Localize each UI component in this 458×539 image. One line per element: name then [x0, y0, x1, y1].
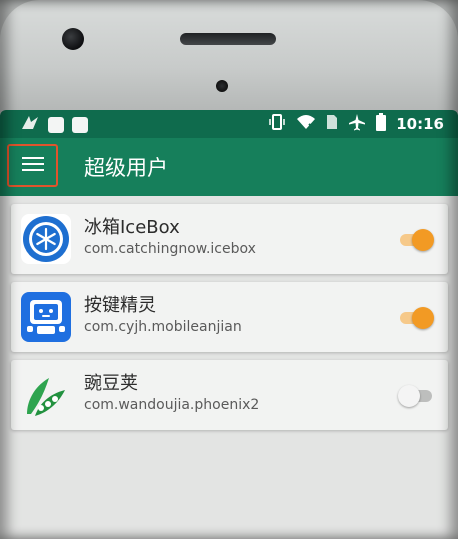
proximity-sensor [216, 80, 228, 92]
wandoujia-peapod-icon [21, 370, 71, 420]
toggle-thumb [412, 229, 434, 251]
list-item[interactable]: 豌豆荚 com.wandoujia.phoenix2 [11, 360, 448, 430]
airplane-icon [348, 113, 366, 135]
system-status-icons: 10:16 [268, 113, 444, 135]
toggle-thumb [398, 385, 420, 407]
app-package: com.wandoujia.phoenix2 [84, 397, 260, 413]
list-item[interactable]: 冰箱IceBox com.catchingnow.icebox [11, 204, 448, 274]
front-camera [62, 28, 84, 50]
anjian-robot-icon [21, 292, 71, 342]
phone-screen: 10:16 超级用户 冰箱IceBox com.catchingnow.iceb… [0, 110, 458, 539]
app-name: 冰箱IceBox [84, 217, 180, 238]
earpiece-speaker [180, 33, 276, 45]
app-name: 豌豆荚 [84, 373, 138, 394]
phone-bezel [0, 0, 458, 112]
vibrate-icon [268, 113, 286, 135]
sim-icon [326, 114, 338, 134]
superuser-toggle[interactable] [398, 229, 434, 251]
status-bar: 10:16 [0, 110, 458, 138]
notification-square-icon [72, 117, 88, 133]
notification-area [20, 113, 88, 137]
superuser-toggle[interactable] [398, 307, 434, 329]
battery-icon [376, 113, 387, 135]
app-name: 按键精灵 [84, 295, 156, 316]
list-item[interactable]: 按键精灵 com.cyjh.mobileanjian [11, 282, 448, 352]
superuser-toggle[interactable] [398, 385, 434, 407]
app-package: com.cyjh.mobileanjian [84, 319, 242, 335]
toggle-thumb [412, 307, 434, 329]
hamburger-menu-icon [21, 156, 44, 176]
notification-bird-icon [20, 113, 40, 137]
app-bar: 超级用户 [0, 138, 458, 196]
clock: 10:16 [396, 115, 444, 133]
page-title: 超级用户 [84, 156, 168, 180]
wifi-icon [296, 114, 316, 134]
icebox-snowflake-icon [21, 214, 71, 264]
menu-button[interactable] [7, 144, 58, 187]
notification-square-icon [48, 117, 64, 133]
app-package: com.catchingnow.icebox [84, 241, 256, 257]
